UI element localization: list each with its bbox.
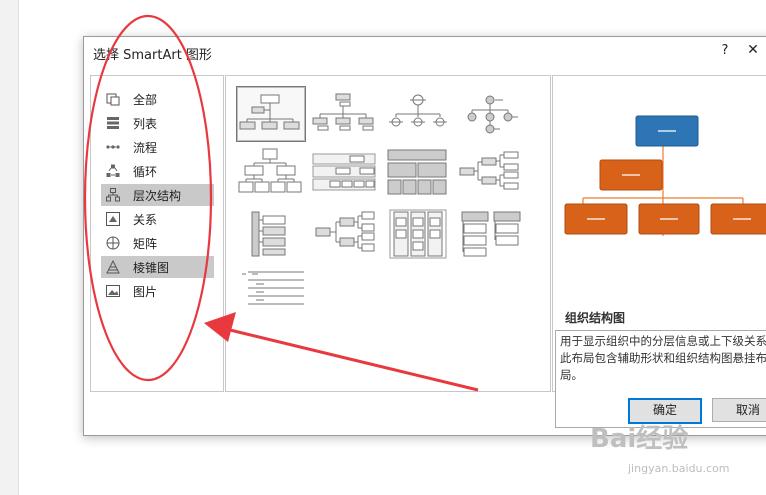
relationship-icon: [106, 212, 120, 226]
table-hierarchy-thumb-icon: [387, 149, 447, 195]
layout-thumb-org-chart[interactable]: [236, 86, 306, 142]
org-chart-preview: [564, 115, 766, 236]
category-label: 循环: [133, 165, 158, 179]
category-list-item[interactable]: 列表: [101, 112, 214, 134]
category-label: 矩阵: [133, 237, 158, 251]
name-title-org-thumb-icon: [312, 93, 374, 131]
layout-thumb-labeled-hierarchy[interactable]: [310, 146, 378, 200]
matrix-icon: [106, 236, 120, 250]
layout-thumb-circle-picture-hierarchy[interactable]: [458, 86, 526, 140]
hierarchy-thumb-icon: [238, 148, 302, 193]
pyramid-icon: [106, 260, 120, 274]
picture-icon: [106, 285, 120, 297]
category-label: 全部: [133, 93, 158, 107]
layout-thumb-horizontal-hierarchy[interactable]: [458, 146, 526, 200]
category-cycle[interactable]: 循环: [101, 160, 214, 182]
category-label: 关系: [133, 213, 158, 227]
all-icon: [106, 93, 120, 106]
layout-thumb-architecture[interactable]: [310, 206, 378, 260]
category-all[interactable]: 全部: [101, 88, 214, 110]
hierarchy-list-thumb-icon: [251, 211, 286, 257]
labeled-hierarchy-thumb-icon: [312, 153, 376, 191]
category-process[interactable]: 流程: [101, 136, 214, 158]
category-label: 层次结构: [133, 189, 182, 203]
hierarchy-icon: [106, 188, 120, 202]
category-picture[interactable]: 图片: [101, 280, 214, 302]
half-circle-org-thumb-icon: [389, 94, 447, 127]
category-hierarchy[interactable]: 层次结构: [101, 184, 214, 206]
list-icon: [107, 117, 119, 129]
dialog-titlebar: 选择 SmartArt 图形 ? ✕: [84, 37, 766, 69]
watermark-brand: Bai经验: [590, 424, 689, 454]
preview-title: 组织结构图: [565, 311, 626, 325]
category-matrix[interactable]: 矩阵: [101, 232, 214, 254]
layout-thumb-name-title-org[interactable]: [310, 86, 378, 140]
circle-picture-hierarchy-thumb-icon: [467, 95, 518, 134]
dialog-title: 选择 SmartArt 图形: [93, 48, 212, 63]
layout-thumb-lined-list[interactable]: [458, 206, 526, 260]
category-pyramid[interactable]: 棱锥图: [101, 256, 214, 278]
layout-thumb-hierarchy[interactable]: [236, 146, 304, 200]
process-icon: [106, 145, 120, 149]
smartart-dialog: 选择 SmartArt 图形 ? ✕ 全部 列表 流程 循环 层次结构 关系 矩…: [83, 36, 766, 436]
layout-thumb-hierarchy-list[interactable]: [236, 206, 304, 260]
close-button[interactable]: ✕: [744, 42, 762, 58]
architecture-thumb-icon: [315, 211, 375, 252]
horizontal-hierarchy-thumb-icon: [459, 151, 519, 190]
layout-thumb-half-circle-org[interactable]: [384, 86, 452, 140]
category-label: 列表: [133, 117, 158, 131]
preview-description: 用于显示组织中的分层信息或上下级关系。此布局包含辅助形状和组织结构图悬挂布局。: [560, 334, 766, 382]
help-button[interactable]: ?: [716, 43, 734, 58]
vertical-bracket-thumb-icon: [389, 209, 447, 259]
category-list: 全部 列表 流程 循环 层次结构 关系 矩阵 棱锥图 图片: [90, 75, 224, 392]
category-label: 图片: [133, 285, 158, 299]
preview-panel: 组织结构图 用于显示组织中的分层信息或上下级关系。此布局包含辅助形状和组织结构图…: [552, 75, 766, 428]
lined-list-thumb-icon: [461, 211, 521, 257]
layout-thumb-table-list[interactable]: [236, 266, 304, 320]
category-label: 棱锥图: [133, 261, 170, 275]
cancel-button[interactable]: 取消: [712, 398, 766, 422]
category-label: 流程: [133, 141, 158, 155]
layout-thumb-vertical-bracket[interactable]: [384, 206, 452, 260]
category-relationship[interactable]: 关系: [101, 208, 214, 230]
layout-gallery: [225, 75, 551, 392]
cycle-icon: [106, 164, 120, 177]
table-list-thumb-icon: [242, 271, 304, 305]
watermark-url: jingyan.baidu.com: [628, 462, 730, 475]
layout-thumb-table-hierarchy[interactable]: [384, 146, 452, 200]
org-chart-thumb-icon: [239, 94, 300, 130]
